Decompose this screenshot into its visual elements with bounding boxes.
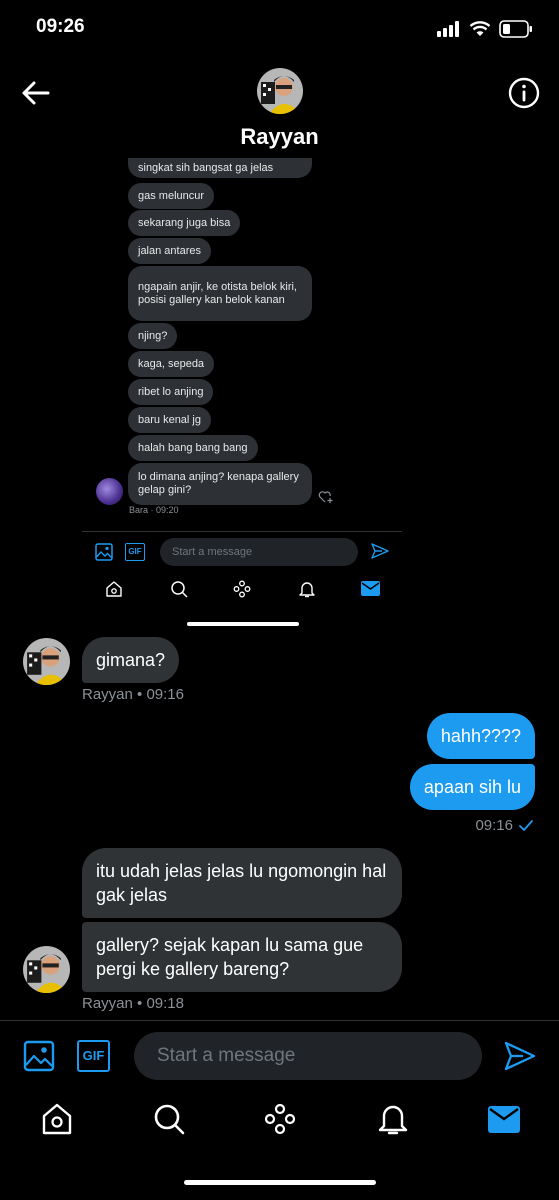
embedded-divider xyxy=(82,531,402,532)
bell-icon xyxy=(299,582,315,598)
avatar[interactable] xyxy=(23,946,70,993)
image-icon[interactable] xyxy=(23,1040,55,1072)
message-input[interactable]: Start a message xyxy=(134,1032,482,1080)
wifi-icon xyxy=(469,21,491,36)
avatar[interactable] xyxy=(23,638,70,685)
embedded-composer: Start a message xyxy=(160,538,358,566)
embedded-message: lo dimana anjing? kenapa gallery gelap g… xyxy=(128,463,312,505)
incoming-message[interactable]: gimana? xyxy=(82,637,180,683)
home-icon xyxy=(106,581,122,597)
embedded-screenshot[interactable]: singkat sih bangsat ga jelas gas meluncu… xyxy=(0,158,559,626)
status-bar: 09:26 xyxy=(0,0,559,60)
embedded-message: sekarang juga bisa xyxy=(128,210,241,236)
profile-photo xyxy=(23,946,70,993)
battery-icon xyxy=(499,20,532,38)
composer-divider xyxy=(0,1020,559,1021)
embedded-message: jalan antares xyxy=(128,238,211,264)
embedded-message: halah bang bang bang xyxy=(128,435,258,461)
embedded-avatar xyxy=(96,478,123,505)
info-icon[interactable] xyxy=(507,76,541,110)
send-icon xyxy=(371,543,389,559)
bell-icon[interactable] xyxy=(377,1102,409,1136)
heart-plus-icon xyxy=(318,491,333,503)
message-meta: Rayyan • 09:16 xyxy=(82,686,184,703)
incoming-message[interactable]: itu udah jelas jelas lu ngomongin hal ga… xyxy=(82,848,402,918)
home-icon[interactable] xyxy=(41,1102,73,1136)
arrow-left-icon[interactable] xyxy=(18,76,52,110)
signal-icon xyxy=(437,21,459,37)
send-icon[interactable] xyxy=(504,1041,536,1071)
profile-photo xyxy=(23,638,70,685)
embedded-message: ribet lo anjing xyxy=(128,379,214,405)
gif-label: GIF xyxy=(82,1048,105,1063)
conversation-header: Rayyan xyxy=(0,60,559,160)
embedded-message: singkat sih bangsat ga jelas xyxy=(128,158,312,178)
gif-icon[interactable]: GIF xyxy=(77,1040,110,1072)
contact-name[interactable]: Rayyan xyxy=(0,124,559,150)
image-icon xyxy=(95,543,113,561)
mail-icon[interactable] xyxy=(488,1106,520,1133)
profile-photo xyxy=(257,68,303,114)
status-time: 09:26 xyxy=(36,16,85,37)
mail-icon xyxy=(361,581,380,596)
outgoing-message[interactable]: apaan sih lu xyxy=(409,764,535,810)
embedded-message: njing? xyxy=(128,323,178,349)
gif-label: GIF xyxy=(128,547,142,556)
gif-icon: GIF xyxy=(125,543,145,561)
outgoing-message[interactable]: hahh???? xyxy=(426,713,535,759)
spaces-icon[interactable] xyxy=(264,1102,296,1136)
search-icon[interactable] xyxy=(153,1102,185,1136)
embedded-message: gas meluncur xyxy=(128,183,215,209)
embedded-home-indicator xyxy=(187,622,299,626)
incoming-message[interactable]: gallery? sejak kapan lu sama gue pergi k… xyxy=(82,922,402,992)
embedded-message: ngapain anjir, ke otista belok kiri, pos… xyxy=(128,266,312,321)
home-indicator xyxy=(184,1180,376,1185)
message-meta: 09:16 xyxy=(475,817,533,834)
message-time: 09:16 xyxy=(475,817,513,834)
search-icon xyxy=(171,581,188,598)
embedded-meta: Bara · 09:20 xyxy=(129,505,179,515)
check-icon xyxy=(519,819,533,831)
message-meta: Rayyan • 09:18 xyxy=(82,995,184,1012)
spaces-icon xyxy=(233,580,251,598)
status-icons xyxy=(437,20,533,38)
embedded-message: kaga, sepeda xyxy=(128,351,215,377)
avatar[interactable] xyxy=(257,68,303,114)
embedded-message: baru kenal jg xyxy=(128,407,211,433)
